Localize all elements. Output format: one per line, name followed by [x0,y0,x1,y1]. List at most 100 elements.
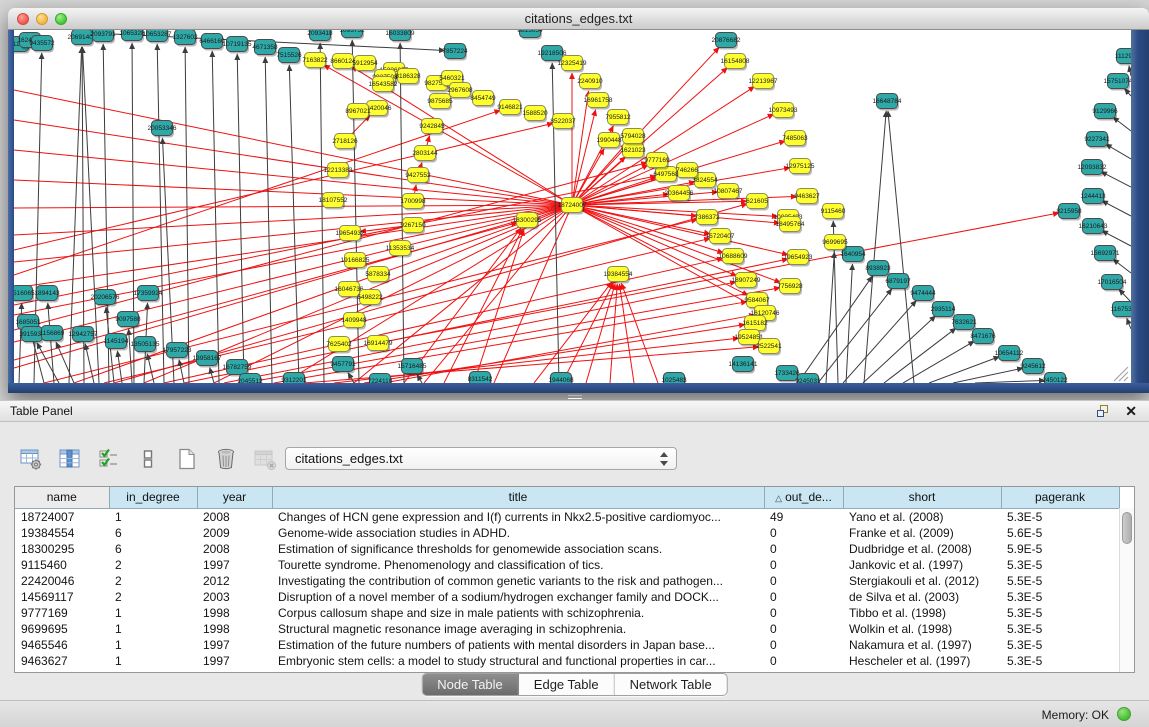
graph-node[interactable]: 10973493 [769,103,798,120]
graph-node[interactable]: 16543582 [369,77,398,94]
graph-node[interactable]: 6466160 [199,34,225,51]
graph-edge[interactable] [494,205,572,383]
graph-node[interactable]: 9227341 [1084,132,1110,149]
column-header-name[interactable]: name [15,487,109,508]
graph-edge[interactable] [888,111,914,383]
graph-node[interactable]: 10688609 [719,249,748,266]
graph-edge[interactable] [185,47,189,383]
graph-node[interactable]: 7163822 [302,53,328,70]
table-row[interactable]: 1456911722003Disruption of a novel membe… [15,589,1119,605]
tab-node-table[interactable]: Node Table [422,674,519,695]
graph-node[interactable]: 1700998 [400,194,426,211]
graph-node[interactable]: 9474444 [910,286,936,303]
graph-node[interactable]: 5878334 [365,267,391,284]
graph-node[interactable]: 6879197 [885,274,911,291]
graph-node[interactable]: 20364456 [665,186,694,203]
graph-edge[interactable] [244,288,780,383]
graph-node[interactable]: 1167533 [1111,302,1131,319]
graph-node[interactable]: 13958167 [193,351,222,368]
table-row[interactable]: 969969511998Structural magnetic resonanc… [15,621,1119,637]
graph-edge[interactable] [903,341,974,383]
column-header-pagerank[interactable]: pagerank [1001,487,1119,508]
graph-node[interactable]: 10807467 [714,184,743,201]
column-header-out_de[interactable]: △out_de... [764,487,843,508]
canvas-resize-grip-icon[interactable] [1114,367,1128,381]
graph-node[interactable]: 18907249 [732,273,761,290]
import-table-icon[interactable] [252,446,278,472]
graph-node[interactable]: 12325419 [558,56,587,73]
graph-edge[interactable] [884,328,956,383]
graph-node[interactable]: 2240910 [577,74,603,91]
graph-node[interactable]: 2516065 [14,286,35,303]
graph-node[interactable]: 746266 [676,163,699,180]
graph-node[interactable]: 9267150 [400,218,426,235]
graph-edge[interactable] [157,44,164,383]
column-header-title[interactable]: title [272,487,764,508]
window-titlebar[interactable]: citations_edges.txt [8,8,1149,30]
graph-node[interactable]: 9115460 [821,204,846,221]
graph-node[interactable]: 5794028 [620,129,646,146]
table-row[interactable]: 1830029562008Estimation of significance … [15,541,1119,557]
tab-edge-table[interactable]: Edge Table [519,674,615,695]
graph-edge[interactable] [147,354,154,383]
graph-node[interactable]: 8938923 [865,261,891,278]
float-window-icon[interactable] [1097,405,1111,419]
graph-node[interactable]: 7955812 [605,110,631,127]
column-header-short[interactable]: short [843,487,1001,508]
graph-edge[interactable] [400,43,404,383]
graph-edge[interactable] [56,342,74,383]
table-row[interactable]: 946554611997Estimation of the future num… [15,637,1119,653]
column-visibility-icon[interactable] [57,446,83,472]
graph-node[interactable]: 1244413 [1080,189,1106,206]
graph-node[interactable]: 15751074 [1104,74,1131,91]
graph-node[interactable]: 1112954 [1115,49,1131,66]
graph-edge[interactable] [132,43,134,383]
graph-node[interactable]: 18724007 [558,198,587,215]
graph-node[interactable]: 15716485 [398,359,427,376]
graph-node[interactable]: 1093752 [339,30,365,40]
graph-node[interactable]: 5498222 [357,290,383,307]
graph-node[interactable]: 9097588 [115,312,141,329]
graph-edge[interactable] [14,205,572,262]
graph-edge[interactable] [1106,144,1131,159]
graph-node[interactable]: 8471676 [970,329,996,346]
graph-node[interactable]: 1065328 [119,30,145,43]
tab-network-table[interactable]: Network Table [615,674,727,695]
network-canvas-svg[interactable]: 2011254162495594355722069140620937911065… [14,30,1131,383]
graph-edge[interactable] [129,329,132,383]
row-selector-icon[interactable] [135,446,161,472]
graph-node[interactable]: 7485063 [782,131,808,148]
graph-node[interactable]: 1894143 [34,286,60,303]
graph-node[interactable]: 9777169 [644,153,670,170]
graph-edge[interactable] [863,316,936,383]
graph-node[interactable]: 1025483 [661,373,687,384]
graph-node[interactable]: 12093832 [1078,160,1107,177]
graph-node[interactable]: 9146821 [497,100,523,117]
graph-node[interactable]: 14136141 [729,357,758,374]
graph-node[interactable]: 16210643 [1079,219,1108,236]
graph-node[interactable]: 8186328 [395,69,421,86]
graph-edge[interactable] [1127,318,1131,329]
graph-node[interactable]: 2522541 [756,339,782,356]
graph-edge[interactable] [210,368,214,383]
graph-node[interactable]: 9875685 [427,94,453,111]
table-row[interactable]: 911546021997Tourette syndrome. Phenomeno… [15,557,1119,573]
graph-edge[interactable] [1102,231,1131,246]
graph-node[interactable]: 2450122 [1042,373,1068,384]
graph-node[interactable]: 621605 [746,194,769,211]
graph-node[interactable]: 16914479 [364,336,393,353]
graph-node[interactable]: 9457791 [330,357,356,374]
graph-node[interactable]: 15720407 [706,229,735,246]
graph-node[interactable]: 15692971 [1091,246,1120,263]
graph-node[interactable]: 12975125 [786,159,815,176]
graph-node[interactable]: 2935114 [931,302,956,319]
graph-node[interactable]: 16961758 [584,93,613,110]
attribute-checklist-icon[interactable] [96,446,122,472]
graph-node[interactable]: 12942757 [69,327,98,344]
graph-node[interactable]: 17016504 [1098,275,1127,292]
graph-node[interactable]: 4671358 [252,40,278,57]
graph-edge[interactable] [1101,172,1131,187]
graph-node[interactable]: 8522037 [550,114,576,131]
graph-edge[interactable] [929,357,1000,383]
table-options-icon[interactable] [18,446,44,472]
